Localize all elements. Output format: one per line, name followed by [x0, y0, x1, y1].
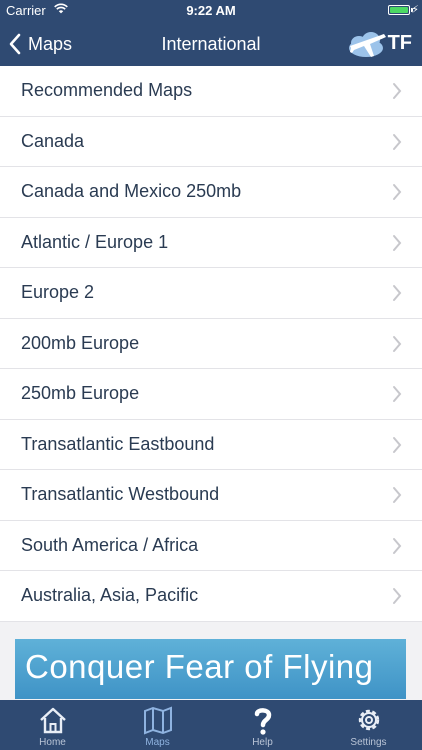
nav-bar: Maps International TF — [0, 22, 422, 66]
airplane-cloud-icon — [349, 32, 386, 57]
chevron-right-icon — [393, 436, 402, 453]
list-item[interactable]: Transatlantic Eastbound — [0, 419, 422, 470]
status-time: 9:22 AM — [186, 3, 236, 18]
tab-label: Home — [39, 737, 66, 748]
chevron-right-icon — [393, 537, 402, 554]
tab-help[interactable]: Help — [210, 700, 315, 750]
list-item[interactable]: 250mb Europe — [0, 369, 422, 420]
list-item[interactable]: Europe 2 — [0, 268, 422, 319]
map-list: Recommended Maps Canada Canada and Mexic… — [0, 66, 422, 622]
page-title: International — [161, 34, 261, 54]
chevron-right-icon — [393, 83, 402, 99]
question-icon — [254, 708, 271, 735]
list-item-label: Recommended Maps — [21, 80, 193, 100]
list-item[interactable]: Transatlantic Westbound — [0, 470, 422, 521]
chevron-right-icon — [393, 588, 402, 604]
chevron-right-icon — [393, 285, 402, 301]
chevron-right-icon — [393, 234, 402, 251]
home-icon — [39, 707, 66, 734]
chevron-left-icon — [9, 33, 21, 55]
tab-bar: Home Maps Help Settings — [0, 700, 422, 750]
back-button-label: Maps — [28, 33, 73, 54]
list-item-label: South America / Africa — [21, 534, 199, 555]
ad-banner[interactable]: Conquer Fear of Flying — [15, 639, 406, 699]
tab-label: Settings — [350, 737, 387, 748]
list-item-label: Australia, Asia, Pacific — [21, 585, 199, 605]
list-item-label: Transatlantic Westbound — [21, 484, 220, 504]
tab-home[interactable]: Home — [0, 700, 105, 750]
list-item-label: Transatlantic Eastbound — [21, 433, 215, 454]
list-item[interactable]: 200mb Europe — [0, 318, 422, 369]
chevron-right-icon — [393, 386, 402, 402]
map-icon — [143, 706, 172, 735]
list-item-label: 250mb Europe — [21, 383, 140, 403]
banner-text: Conquer Fear of Flying — [25, 648, 374, 685]
gear-icon — [358, 709, 379, 731]
list-item-label: 200mb Europe — [21, 332, 140, 353]
chevron-right-icon — [393, 335, 402, 352]
list-item[interactable]: Canada and Mexico 250mb — [0, 167, 422, 218]
app-logo: TF — [344, 24, 414, 64]
top-bar: Carrier 9:22 AM ⚡ Maps International TF — [0, 0, 422, 66]
list-item[interactable]: Canada — [0, 116, 422, 167]
battery-icon — [388, 5, 413, 15]
chevron-right-icon — [393, 184, 402, 200]
list-item-label: Europe 2 — [21, 282, 95, 302]
tab-label: Help — [252, 737, 273, 748]
chevron-right-icon — [393, 487, 402, 503]
list-item[interactable]: South America / Africa — [0, 520, 422, 571]
back-button[interactable]: Maps — [8, 28, 72, 60]
tab-settings[interactable]: Settings — [316, 700, 421, 750]
tab-label: Maps — [145, 737, 170, 748]
chevron-right-icon — [393, 133, 402, 150]
status-bar: Carrier 9:22 AM ⚡ — [0, 0, 422, 22]
tab-maps[interactable]: Maps — [105, 700, 210, 750]
list-item[interactable]: Atlantic / Europe 1 — [0, 217, 422, 268]
list-item-label: Canada — [21, 130, 85, 151]
list-item[interactable]: Recommended Maps — [0, 66, 422, 117]
list-item-label: Canada and Mexico 250mb — [21, 181, 242, 201]
logo-text: TF — [387, 32, 412, 54]
list-item-label: Atlantic / Europe 1 — [21, 231, 169, 252]
list-item[interactable]: Australia, Asia, Pacific — [0, 571, 422, 622]
